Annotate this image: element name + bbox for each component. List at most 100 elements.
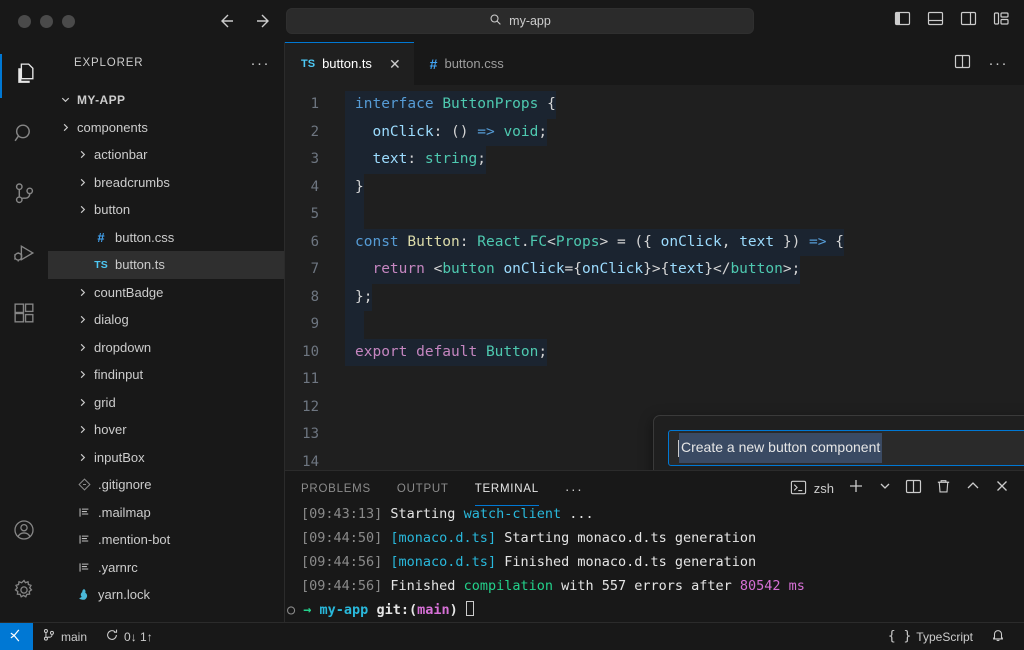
workbench-body: EXPLORER ··· MY-APP componentsactionbarb…: [0, 42, 1024, 622]
line-number: 7: [285, 256, 345, 284]
tree-item-gitignore[interactable]: .gitignore: [48, 471, 284, 499]
code-line: 5: [285, 201, 1024, 229]
sidebar-item-explorer[interactable]: [0, 46, 48, 106]
explorer-more-actions-button[interactable]: ···: [251, 56, 271, 71]
tab-output[interactable]: OUTPUT: [397, 471, 449, 506]
code-line: 9: [285, 311, 1024, 339]
close-icon[interactable]: ✕: [389, 57, 401, 71]
status-branch[interactable]: main: [33, 623, 96, 650]
line-number: 2: [285, 119, 345, 147]
tree-item-button-css[interactable]: # button.css: [48, 224, 284, 252]
maximize-window-button[interactable]: [62, 15, 75, 28]
toggle-panel-icon[interactable]: [927, 10, 944, 32]
chevron-right-icon: [75, 424, 89, 435]
settings-button[interactable]: [0, 562, 48, 622]
command-center-search[interactable]: my-app: [286, 8, 754, 34]
panel-more-tabs-button[interactable]: ···: [565, 481, 584, 497]
sidebar-header: EXPLORER ···: [48, 42, 284, 84]
inline-chat-widget[interactable]: Create a new button component Accept Dis…: [653, 415, 1024, 470]
code-text: export default Button;: [345, 339, 547, 367]
toggle-primary-sidebar-icon[interactable]: [894, 10, 911, 32]
line-number: 9: [285, 311, 345, 339]
tree-item-findinput[interactable]: findinput: [48, 361, 284, 389]
tree-item-label: grid: [94, 395, 116, 410]
tab-button-ts[interactable]: TS button.ts ✕: [285, 42, 414, 85]
maximize-panel-icon[interactable]: [965, 478, 981, 499]
editor-more-actions-button[interactable]: ···: [989, 56, 1009, 71]
code-text: };: [345, 284, 372, 312]
chevron-down-icon[interactable]: [878, 479, 892, 498]
tree-item-hover[interactable]: hover: [48, 416, 284, 444]
line-number: 1: [285, 91, 345, 119]
vscode-window: my-app: [0, 0, 1024, 650]
layout-controls: [894, 10, 1010, 32]
new-terminal-icon[interactable]: [847, 477, 865, 500]
tree-item-yarnrc[interactable]: .yarnrc: [48, 554, 284, 582]
status-notifications[interactable]: [982, 623, 1014, 650]
terminal-line: [09:44:56] [monaco.d.ts] Finished monaco…: [301, 550, 1024, 574]
chevron-right-icon: [75, 452, 89, 463]
remote-window-button[interactable]: [0, 623, 33, 650]
window-controls[interactable]: [0, 15, 120, 28]
tab-problems[interactable]: PROBLEMS: [301, 471, 371, 506]
tree-item-button-ts[interactable]: TSbutton.ts: [48, 251, 284, 279]
tree-item-mailmap[interactable]: .mailmap: [48, 499, 284, 527]
code-line: 4}: [285, 174, 1024, 202]
status-sync[interactable]: 0↓ 1↑: [96, 623, 162, 650]
chevron-right-icon: [75, 177, 89, 188]
tab-terminal[interactable]: TERMINAL: [475, 471, 539, 506]
toggle-secondary-sidebar-icon[interactable]: [960, 10, 977, 32]
tree-item-label: inputBox: [94, 450, 145, 465]
tree-root-my-app[interactable]: MY-APP: [48, 86, 284, 114]
tab-button-css[interactable]: # button.css: [414, 42, 517, 85]
tree-item-label: yarn.lock: [98, 587, 150, 602]
tree-item-countbadge[interactable]: countBadge: [48, 279, 284, 307]
source-control-icon: [12, 181, 37, 211]
tree-item-components[interactable]: components: [48, 114, 284, 142]
sidebar-item-run-and-debug[interactable]: [0, 226, 48, 286]
active-terminal-chip[interactable]: zsh: [790, 479, 834, 499]
code-editor[interactable]: 1interface ButtonProps {2 onClick: () =>…: [285, 85, 1024, 470]
terminal-prompt[interactable]: ○ → my-app git:(main): [287, 598, 1024, 622]
code-text: [345, 201, 364, 229]
split-editor-icon[interactable]: [954, 53, 971, 75]
tree-item-breadcrumbs[interactable]: breadcrumbs: [48, 169, 284, 197]
split-terminal-icon[interactable]: [905, 478, 922, 500]
sidebar-item-extensions[interactable]: [0, 286, 48, 346]
tree-item-dialog[interactable]: dialog: [48, 306, 284, 334]
line-number: 13: [285, 421, 345, 449]
code-text: }: [345, 174, 364, 202]
sidebar-item-search[interactable]: [0, 106, 48, 166]
sidebar-item-source-control[interactable]: [0, 166, 48, 226]
kill-terminal-icon[interactable]: [935, 478, 952, 500]
code-line: 1interface ButtonProps {: [285, 91, 1024, 119]
tree-item-label: dropdown: [94, 340, 151, 355]
tree-item-label: button.css: [115, 230, 174, 245]
minimize-window-button[interactable]: [40, 15, 53, 28]
tab-label: button.css: [444, 56, 503, 71]
status-language[interactable]: { } TypeScript: [879, 623, 982, 650]
tree-item-yarn-lock[interactable]: yarn.lock: [48, 581, 284, 609]
terminal-line: [09:44:56] Finished compilation with 557…: [301, 574, 1024, 598]
file-tree[interactable]: MY-APP componentsactionbarbreadcrumbsbut…: [48, 84, 284, 622]
close-panel-icon[interactable]: [994, 478, 1010, 499]
inline-chat-input[interactable]: Create a new button component: [668, 430, 1024, 466]
close-window-button[interactable]: [18, 15, 31, 28]
terminal-output[interactable]: [09:43:13] Starting watch-client ...[09:…: [285, 506, 1024, 622]
customize-layout-icon[interactable]: [993, 10, 1010, 32]
tree-item-button[interactable]: button: [48, 196, 284, 224]
sidebar-title: EXPLORER: [74, 57, 143, 69]
css-file-icon: #: [92, 230, 110, 245]
accounts-button[interactable]: [0, 502, 48, 562]
tree-item-dropdown[interactable]: dropdown: [48, 334, 284, 362]
text-file-icon: [75, 506, 93, 519]
files-icon: [12, 61, 37, 91]
chevron-down-icon: [58, 94, 72, 105]
arrow-left-icon[interactable]: [216, 11, 236, 31]
arrow-right-icon[interactable]: [254, 11, 274, 31]
tree-item-actionbar[interactable]: actionbar: [48, 141, 284, 169]
tree-item-grid[interactable]: grid: [48, 389, 284, 417]
tree-item-mention-bot[interactable]: .mention-bot: [48, 526, 284, 554]
ts-file-icon: TS: [92, 259, 110, 271]
tree-item-inputbox[interactable]: inputBox: [48, 444, 284, 472]
